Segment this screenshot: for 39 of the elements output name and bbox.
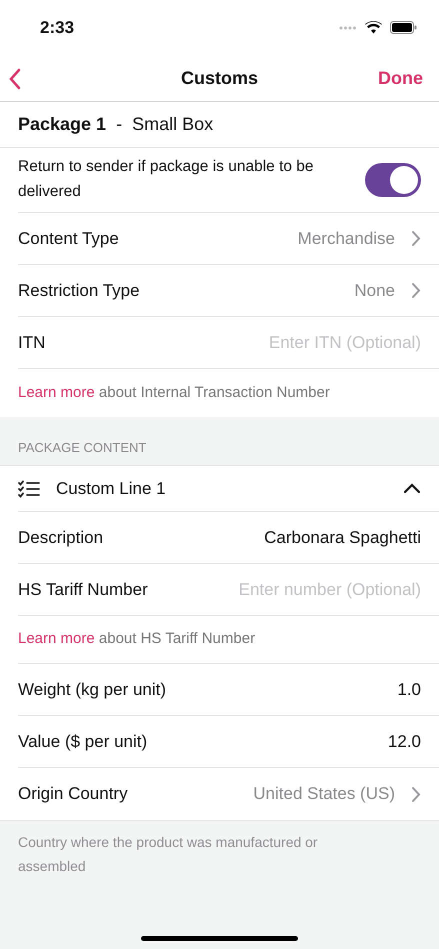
learn-more-link[interactable]: Learn more	[18, 630, 95, 648]
section-header: PACKAGE CONTENT	[18, 438, 146, 456]
status-time: 2:33	[40, 16, 74, 39]
done-button[interactable]: Done	[378, 64, 423, 92]
input-field[interactable]: Carbonara Spaghetti	[119, 524, 421, 550]
field-label: Weight (kg per unit)	[18, 678, 166, 701]
field-label: Content Type	[18, 228, 119, 250]
select-value[interactable]: United States (US)	[253, 781, 421, 807]
field-label: Restriction Type	[18, 280, 140, 302]
battery-icon	[390, 21, 417, 34]
learn-more-text: Learn more about HS Tariff Number	[18, 629, 256, 650]
field-label: Origin Country	[18, 783, 128, 806]
field-label: ITN	[18, 332, 46, 354]
field-label: HS Tariff Number	[18, 578, 148, 601]
return-toggle[interactable]	[365, 163, 421, 197]
package-title: Package 1 - Small Box	[18, 113, 214, 136]
chevron-icon	[411, 786, 421, 802]
return-to-sender-label: Return to sender if package is unable to be delivered	[18, 157, 315, 202]
footnote-text: Country where the product was manufactured or assembled	[17, 833, 319, 876]
checklist-icon	[18, 480, 40, 498]
input-field[interactable]: 12.0	[163, 728, 421, 754]
input-field[interactable]: 1.0	[182, 676, 421, 702]
chevron-icon	[403, 483, 421, 494]
chevron-icon	[411, 230, 421, 247]
signal-icon	[339, 26, 357, 30]
custom-line-title: Custom Line 1	[56, 478, 167, 500]
back-icon	[8, 68, 22, 90]
chevron-icon	[411, 282, 421, 299]
wifi-icon	[365, 21, 382, 34]
select-value[interactable]: None	[354, 278, 421, 304]
field-label: Value ($ per unit)	[18, 730, 148, 753]
learn-more-link[interactable]: Learn more	[18, 384, 95, 401]
collapse-button[interactable]	[403, 483, 421, 494]
field-label: Description	[18, 526, 104, 549]
learn-more-text: Learn more about Internal Transaction Number	[18, 382, 330, 403]
screen-title: Customs	[181, 66, 258, 90]
input-field[interactable]: Enter number (Optional)	[164, 576, 421, 602]
input-field[interactable]: Enter ITN (Optional)	[61, 330, 421, 356]
select-value[interactable]: Merchandise	[298, 226, 421, 252]
